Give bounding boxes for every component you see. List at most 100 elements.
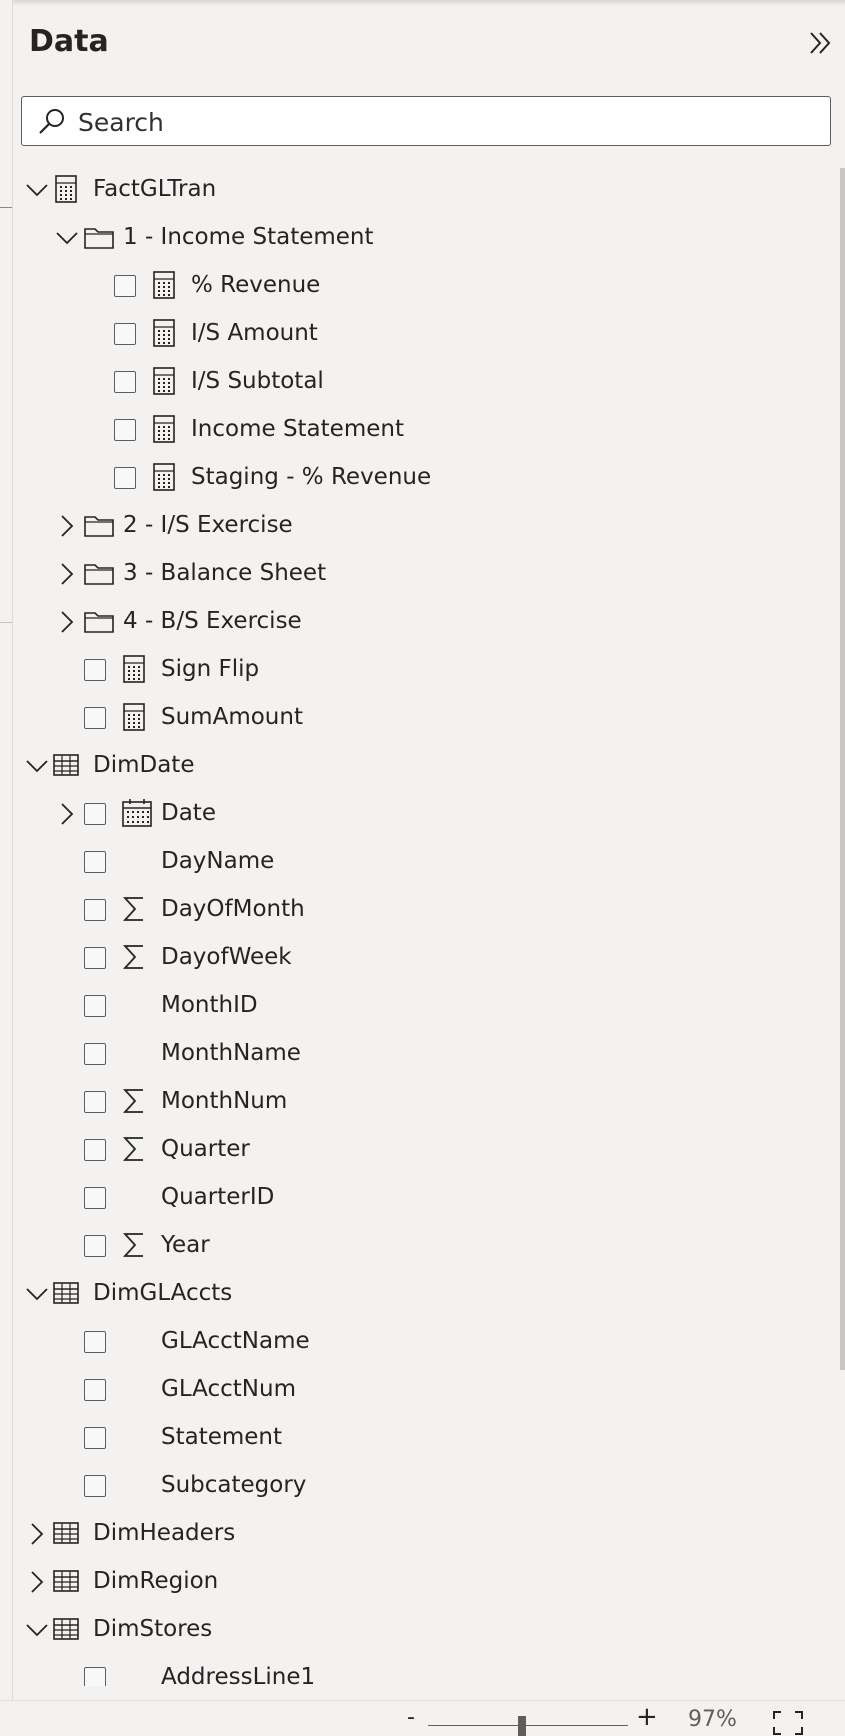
double-chevron-right-icon [810, 32, 831, 54]
tree-item-hierarchy[interactable]: Date [13, 790, 828, 838]
zoom-slider-thumb[interactable] [518, 1716, 526, 1736]
tree-item-label: DimRegion [93, 1568, 219, 1594]
field-checkbox[interactable] [84, 1379, 106, 1401]
field-checkbox[interactable] [84, 659, 106, 681]
calculator-icon [123, 703, 145, 731]
field-checkbox[interactable] [114, 371, 136, 393]
tree-item-field[interactable]: GLAcctNum [13, 1366, 828, 1414]
tree-item-field[interactable]: MonthID [13, 982, 828, 1030]
chevron-down-icon[interactable] [25, 754, 49, 778]
zoom-in-button[interactable]: + [636, 1702, 658, 1732]
collapse-pane-button[interactable] [803, 26, 837, 60]
field-checkbox[interactable] [114, 323, 136, 345]
tree-item-label: DayName [161, 848, 275, 874]
chevron-right-icon[interactable] [25, 1570, 49, 1594]
tree-item-field[interactable]: DayOfMonth [13, 886, 828, 934]
tree-item-table[interactable]: DimDate [13, 742, 828, 790]
tree-item-label: 3 - Balance Sheet [123, 560, 327, 586]
chevron-right-icon[interactable] [55, 562, 79, 586]
tree-item-table[interactable]: DimRegion [13, 1558, 828, 1606]
tree-item-field[interactable]: DayofWeek [13, 934, 828, 982]
tree-item-label: DimStores [93, 1616, 213, 1642]
chevron-right-icon[interactable] [55, 802, 79, 826]
table-icon [53, 1522, 79, 1544]
zoom-out-button[interactable]: - [407, 1705, 415, 1730]
field-checkbox[interactable] [84, 1331, 106, 1353]
tree-item-measure[interactable]: % Revenue [13, 262, 828, 310]
tree-item-table[interactable]: DimStores [13, 1606, 828, 1654]
chevron-down-icon[interactable] [55, 226, 79, 250]
field-checkbox[interactable] [114, 275, 136, 297]
field-checkbox[interactable] [84, 1091, 106, 1113]
tree-item-field[interactable]: Quarter [13, 1126, 828, 1174]
chevron-right-icon[interactable] [55, 514, 79, 538]
pane-title: Data [29, 24, 109, 59]
fit-to-page-icon[interactable] [773, 1711, 803, 1735]
tree-item-field[interactable]: AddressLine1 [13, 1654, 828, 1686]
tree-item-measure[interactable]: SumAmount [13, 694, 828, 742]
field-checkbox[interactable] [84, 899, 106, 921]
fields-tree: FactGLTran 1 - Income Statement % Revenu… [13, 166, 828, 1686]
tree-item-label: 2 - I/S Exercise [123, 512, 293, 538]
tree-item-table[interactable]: DimHeaders [13, 1510, 828, 1558]
chevron-right-icon[interactable] [25, 1522, 49, 1546]
search-input[interactable] [76, 105, 820, 139]
field-checkbox[interactable] [84, 1667, 106, 1686]
tree-item-table-measures[interactable]: FactGLTran [13, 166, 828, 214]
sigma-icon [122, 1233, 143, 1257]
chevron-right-icon[interactable] [55, 610, 79, 634]
zoom-slider-track[interactable] [428, 1725, 628, 1726]
tree-item-field[interactable]: Year [13, 1222, 828, 1270]
tree-item-measure[interactable]: Staging - % Revenue [13, 454, 828, 502]
table-icon [53, 1282, 79, 1304]
tree-item-folder[interactable]: 1 - Income Statement [13, 214, 828, 262]
tree-item-measure[interactable]: Income Statement [13, 406, 828, 454]
field-checkbox[interactable] [114, 467, 136, 489]
field-checkbox[interactable] [84, 1187, 106, 1209]
zoom-level: 97% [688, 1707, 737, 1732]
field-checkbox[interactable] [84, 851, 106, 873]
tree-item-measure[interactable]: Sign Flip [13, 646, 828, 694]
tree-item-field[interactable]: Statement [13, 1414, 828, 1462]
chevron-down-icon[interactable] [25, 1282, 49, 1306]
tree-item-label: SumAmount [161, 704, 303, 730]
field-checkbox[interactable] [84, 1427, 106, 1449]
tree-item-field[interactable]: DayName [13, 838, 828, 886]
tree-item-field[interactable]: Subcategory [13, 1462, 828, 1510]
tree-item-folder[interactable]: 3 - Balance Sheet [13, 550, 828, 598]
chevron-down-icon[interactable] [25, 1618, 49, 1642]
tree-item-label: Date [161, 800, 216, 826]
calculator-icon [123, 655, 145, 683]
tree-item-table[interactable]: DimGLAccts [13, 1270, 828, 1318]
tree-item-label: DimHeaders [93, 1520, 236, 1546]
tree-item-label: QuarterID [161, 1184, 275, 1210]
search-box[interactable] [21, 96, 831, 146]
field-checkbox[interactable] [84, 1475, 106, 1497]
tree-item-field[interactable]: GLAcctName [13, 1318, 828, 1366]
tree-item-folder[interactable]: 2 - I/S Exercise [13, 502, 828, 550]
vertical-scrollbar[interactable] [840, 168, 845, 1370]
tree-item-label: % Revenue [191, 272, 321, 298]
chevron-down-icon[interactable] [25, 178, 49, 202]
field-checkbox[interactable] [84, 1235, 106, 1257]
tree-item-label: I/S Amount [191, 320, 318, 346]
field-checkbox[interactable] [84, 947, 106, 969]
field-checkbox[interactable] [84, 707, 106, 729]
tree-item-label: Staging - % Revenue [191, 464, 432, 490]
tree-item-measure[interactable]: I/S Subtotal [13, 358, 828, 406]
tree-item-folder[interactable]: 4 - B/S Exercise [13, 598, 828, 646]
tree-item-field[interactable]: MonthNum [13, 1078, 828, 1126]
field-checkbox[interactable] [84, 1139, 106, 1161]
folder-icon [84, 564, 114, 585]
field-checkbox[interactable] [114, 419, 136, 441]
tree-item-field[interactable]: MonthName [13, 1030, 828, 1078]
field-checkbox[interactable] [84, 803, 106, 825]
calculator-icon [153, 415, 175, 443]
field-checkbox[interactable] [84, 995, 106, 1017]
tree-item-measure[interactable]: I/S Amount [13, 310, 828, 358]
tree-item-field[interactable]: QuarterID [13, 1174, 828, 1222]
field-checkbox[interactable] [84, 1043, 106, 1065]
tree-item-label: Year [161, 1232, 210, 1258]
tree-item-label: Quarter [161, 1136, 250, 1162]
status-bar: - + 97% [0, 1700, 845, 1736]
